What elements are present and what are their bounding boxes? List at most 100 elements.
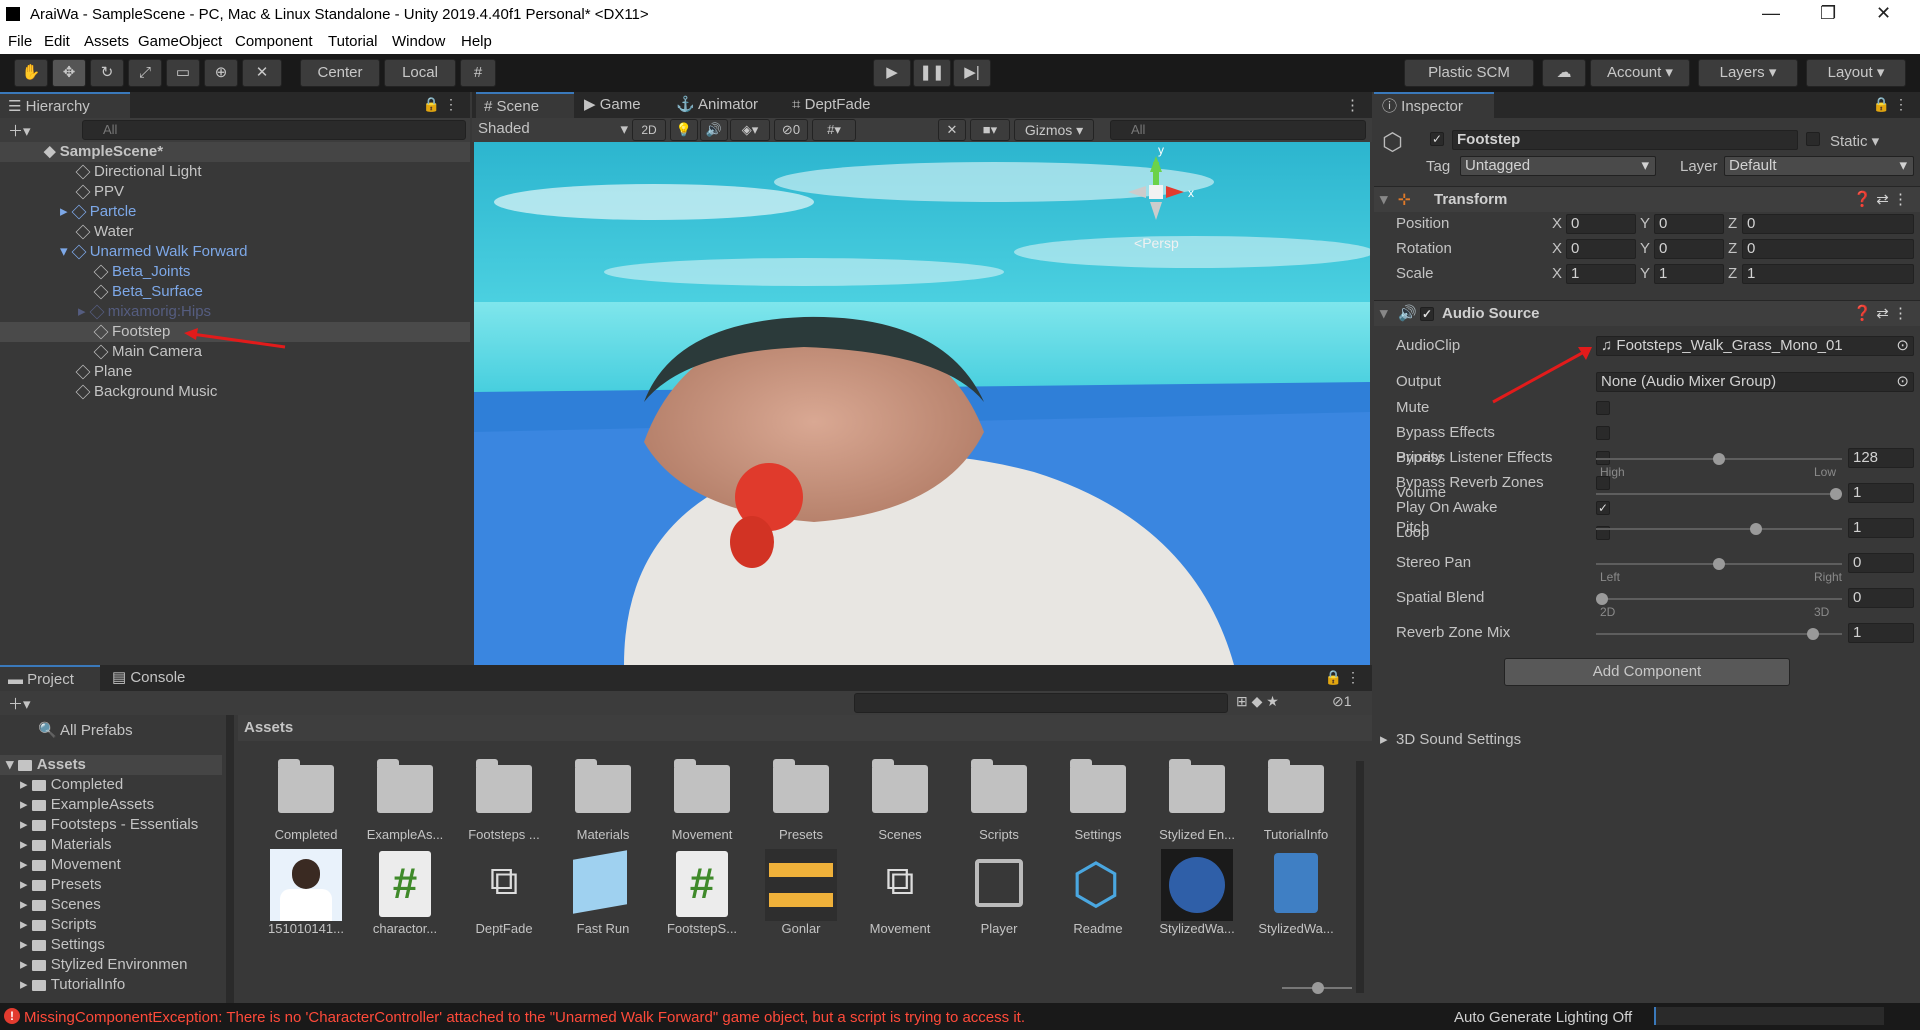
- asset-folder[interactable]: ExampleAs...: [365, 751, 445, 846]
- audioclip-field[interactable]: ♫ Footsteps_Walk_Grass_Mono_01 ⊙: [1596, 336, 1914, 356]
- project-folder-item[interactable]: ▸ Movement: [20, 855, 121, 875]
- create-button[interactable]: ＋▾: [8, 120, 31, 141]
- grid-dropdown-icon[interactable]: #▾: [812, 119, 856, 141]
- tab-project[interactable]: ▬ Project: [0, 665, 100, 691]
- icon-size-slider[interactable]: [1282, 982, 1352, 994]
- asset-file[interactable]: Gonlar: [761, 845, 841, 940]
- hidden-packages-toggle[interactable]: ⊘1: [1332, 693, 1352, 710]
- asset-folder[interactable]: Presets: [761, 751, 841, 846]
- slider-value-field[interactable]: 128: [1848, 448, 1914, 468]
- custom-tool-icon[interactable]: ✕: [242, 59, 282, 87]
- layer-dropdown[interactable]: Default ▾: [1724, 156, 1914, 176]
- asset-folder[interactable]: Materials: [563, 751, 643, 846]
- menu-gameobject[interactable]: GameObject: [138, 33, 222, 50]
- pivot-local-button[interactable]: Local: [384, 59, 456, 87]
- active-checkbox[interactable]: ✓: [1430, 132, 1444, 146]
- slider-track[interactable]: [1596, 593, 1842, 605]
- object-name-field[interactable]: Footstep: [1452, 130, 1798, 150]
- hierarchy-menu-icon[interactable]: 🔒 ⋮: [423, 96, 458, 113]
- transform-z-field[interactable]: 1: [1742, 264, 1914, 284]
- component-menu-icon[interactable]: ❓ ⇄ ⋮: [1853, 187, 1908, 213]
- rect-tool-icon[interactable]: ▭: [166, 59, 200, 87]
- scene-viewport[interactable]: y x <Persp: [474, 142, 1370, 665]
- rotate-tool-icon[interactable]: ↻: [90, 59, 124, 87]
- layers-dropdown[interactable]: Layers ▾: [1698, 59, 1798, 87]
- layout-dropdown[interactable]: Layout ▾: [1806, 59, 1906, 87]
- transform-y-field[interactable]: 0: [1654, 239, 1724, 259]
- menu-window[interactable]: Window: [392, 33, 445, 50]
- asset-file[interactable]: 151010141...: [266, 845, 346, 940]
- hierarchy-item[interactable]: Beta_Surface: [93, 282, 203, 302]
- filter-icons[interactable]: ⊞ ◆ ★: [1236, 693, 1279, 710]
- hierarchy-item[interactable]: Plane: [75, 362, 132, 382]
- slider-knob[interactable]: [1830, 488, 1842, 500]
- hierarchy-search-input[interactable]: All: [82, 120, 466, 140]
- output-field[interactable]: None (Audio Mixer Group) ⊙: [1596, 372, 1914, 392]
- menu-help[interactable]: Help: [461, 33, 492, 50]
- hierarchy-item[interactable]: Water: [75, 222, 133, 242]
- assets-root-item[interactable]: ▾ Assets: [0, 755, 222, 775]
- hidden-objects-toggle[interactable]: ⊘0: [774, 119, 808, 141]
- create-asset-button[interactable]: ＋▾: [8, 693, 31, 714]
- grid-scrollbar[interactable]: [1356, 761, 1364, 993]
- scene-search-input[interactable]: All: [1110, 120, 1366, 140]
- asset-folder[interactable]: Settings: [1058, 751, 1138, 846]
- project-folder-item[interactable]: ▸ TutorialInfo: [20, 975, 125, 995]
- menu-tutorial[interactable]: Tutorial: [328, 33, 377, 50]
- asset-file[interactable]: Fast Run: [563, 845, 643, 940]
- project-folder-item[interactable]: ▸ Footsteps - Essentials: [20, 815, 198, 835]
- audio-toggle-icon[interactable]: 🔊: [700, 119, 728, 141]
- all-prefabs-item[interactable]: 🔍 All Prefabs: [38, 721, 133, 741]
- transform-y-field[interactable]: 0: [1654, 214, 1724, 234]
- project-folder-item[interactable]: ▸ Scenes: [20, 895, 101, 915]
- breadcrumb[interactable]: Assets: [238, 715, 1372, 741]
- scale-tool-icon[interactable]: ⤢: [128, 59, 162, 87]
- asset-folder[interactable]: Footsteps ...: [464, 751, 544, 846]
- add-component-button[interactable]: Add Component: [1504, 658, 1790, 686]
- project-folder-item[interactable]: ▸ Scripts: [20, 915, 97, 935]
- project-folder-item[interactable]: ▸ Stylized Environmen: [20, 955, 187, 975]
- 3d-sound-settings-foldout[interactable]: ▸ 3D Sound Settings: [1374, 730, 1920, 750]
- asset-file[interactable]: StylizedWa...: [1157, 845, 1237, 940]
- asset-file[interactable]: Player: [959, 845, 1039, 940]
- pivot-center-button[interactable]: Center: [300, 59, 380, 87]
- tab-scene[interactable]: # Scene: [476, 92, 574, 118]
- tab-inspector[interactable]: ⓘ Inspector: [1374, 92, 1494, 118]
- asset-file[interactable]: ⬡ Readme: [1058, 845, 1138, 940]
- hierarchy-item[interactable]: ▾ Unarmed Walk Forward: [60, 242, 248, 262]
- 2d-toggle[interactable]: 2D: [632, 119, 666, 141]
- hierarchy-item[interactable]: ▸ Partcle: [60, 202, 136, 222]
- hierarchy-item[interactable]: Background Music: [75, 382, 217, 402]
- hierarchy-item[interactable]: PPV: [75, 182, 124, 202]
- asset-folder[interactable]: TutorialInfo: [1256, 751, 1336, 846]
- play-button[interactable]: ▶: [873, 59, 911, 87]
- transform-x-field[interactable]: 0: [1566, 214, 1636, 234]
- transform-y-field[interactable]: 1: [1654, 264, 1724, 284]
- tab-game[interactable]: ▶ Game: [576, 92, 641, 118]
- transform-z-field[interactable]: 0: [1742, 239, 1914, 259]
- step-button[interactable]: ▶|: [953, 59, 991, 87]
- hierarchy-item[interactable]: Beta_Joints: [93, 262, 190, 282]
- inspector-menu-icon[interactable]: 🔒 ⋮: [1873, 96, 1908, 113]
- project-menu-icon[interactable]: 🔒 ⋮: [1325, 669, 1360, 686]
- asset-folder[interactable]: Stylized En...: [1157, 751, 1237, 846]
- lighting-status[interactable]: Auto Generate Lighting Off: [1454, 1009, 1632, 1026]
- tab-hierarchy[interactable]: ☰ Hierarchy: [0, 92, 130, 118]
- slider-value-field[interactable]: 1: [1848, 623, 1914, 643]
- asset-folder[interactable]: Scripts: [959, 751, 1039, 846]
- menu-component[interactable]: Component: [235, 33, 313, 50]
- asset-folder[interactable]: Completed: [266, 751, 346, 846]
- static-checkbox[interactable]: [1806, 132, 1820, 146]
- project-folder-item[interactable]: ▸ Settings: [20, 935, 105, 955]
- camera-dropdown-icon[interactable]: ■▾: [970, 119, 1010, 141]
- cloud-icon[interactable]: ☁: [1542, 59, 1586, 87]
- audio-toggle-checkbox[interactable]: [1596, 426, 1610, 440]
- perspective-label[interactable]: <Persp: [1134, 235, 1179, 251]
- slider-knob[interactable]: [1713, 558, 1725, 570]
- hierarchy-item[interactable]: ▸ mixamorig:Hips: [78, 302, 211, 322]
- tab-console[interactable]: ▤ Console: [104, 665, 185, 691]
- move-tool-icon[interactable]: ✥: [52, 59, 86, 87]
- maximize-button[interactable]: ❐: [1820, 3, 1836, 24]
- menu-assets[interactable]: Assets: [84, 33, 129, 50]
- scene-menu-icon[interactable]: ⋮: [1345, 96, 1360, 114]
